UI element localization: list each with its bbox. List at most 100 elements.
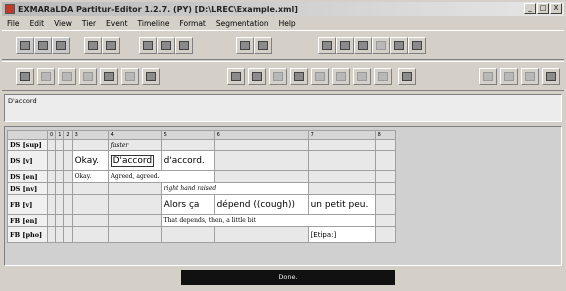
timeline-insert-button[interactable] [290,68,308,85]
event-cell[interactable] [307,150,376,171]
event-cell[interactable] [55,150,65,171]
tool-button[interactable] [102,37,120,54]
event-cell[interactable] [107,226,162,243]
event-cell[interactable] [46,150,57,171]
timeline-point-0[interactable]: 0 [46,130,57,140]
close-button[interactable]: X [550,3,562,14]
event-cell[interactable] [55,139,65,151]
shift-right-button[interactable] [248,68,266,85]
tier-label-fb-en[interactable]: FB [en] [7,214,48,227]
event-cell[interactable] [46,139,57,151]
event-cell[interactable] [374,182,396,195]
event-cell[interactable] [46,214,57,227]
tier-tool-6-button[interactable] [408,37,426,54]
event-cell[interactable] [160,226,215,243]
tier-label-ds-v[interactable]: DS [v] [7,150,48,171]
new-file-button[interactable] [16,37,34,54]
event-cell[interactable] [213,150,309,171]
event-cell[interactable] [55,214,65,227]
maximize-button[interactable]: □ [537,3,549,14]
insert-event-button[interactable] [16,68,34,85]
edit-disabled-3-button[interactable] [79,68,97,85]
event-cell[interactable] [55,194,65,215]
tier-tool-5-button[interactable] [390,37,408,54]
event-cell-that-depends[interactable]: That depends, then, a little bit [160,214,376,227]
cut-button[interactable] [157,37,175,54]
tier-label-fb-v[interactable]: FB [v] [7,194,48,215]
menu-view[interactable]: View [49,19,77,28]
menu-tier[interactable]: Tier [77,19,101,28]
event-cell[interactable] [307,139,376,151]
event-cell[interactable] [63,150,73,171]
shift-left-button[interactable] [227,68,245,85]
event-cell-etipa[interactable]: [Etipa:] [307,226,376,243]
speaker-button[interactable] [142,68,160,85]
event-cell[interactable] [46,182,57,195]
event-cell[interactable] [46,226,57,243]
timeline-point-7[interactable]: 7 [307,130,376,140]
timeline-point-2[interactable]: 2 [63,130,73,140]
event-cell[interactable] [213,139,309,151]
menu-file[interactable]: File [2,19,25,28]
timeline-disabled-3-button[interactable] [332,68,350,85]
event-cell[interactable] [63,194,73,215]
minimize-button[interactable]: _ [524,3,536,14]
event-cell[interactable] [160,139,215,151]
event-cell-daccord-selected[interactable]: D'accord [107,150,162,171]
event-cell-agreed[interactable]: Agreed, agreed. [107,170,215,183]
right-disabled-2-button[interactable] [500,68,518,85]
remove-gap-button[interactable] [398,68,416,85]
event-cell-okay-en[interactable]: Okay. [71,170,109,183]
event-cell[interactable] [71,139,109,151]
tier-label-ds-en[interactable]: DS [en] [7,170,48,183]
event-cell[interactable] [46,194,57,215]
timeline-point-4[interactable]: 4 [107,130,162,140]
menu-segmentation[interactable]: Segmentation [211,19,274,28]
tier-tool-1-button[interactable] [318,37,336,54]
event-cell[interactable] [374,194,396,215]
timeline-point-5[interactable]: 5 [160,130,215,140]
tier-tool-4-button[interactable] [372,37,390,54]
event-cell-depend[interactable]: dépend ((cough)) [213,194,309,215]
event-description-field[interactable]: D'accord [4,94,562,122]
event-cell[interactable] [63,139,73,151]
event-cell-un-petit-peu[interactable]: un petit peu. [307,194,376,215]
timeline-point-1[interactable]: 1 [55,130,65,140]
search-button[interactable] [254,37,272,54]
edit-disabled-4-button[interactable] [121,68,139,85]
event-cell[interactable] [55,182,65,195]
delete-button[interactable] [542,68,560,85]
event-cell[interactable] [71,226,109,243]
tier-tool-2-button[interactable] [336,37,354,54]
timeline-point-6[interactable]: 6 [213,130,309,140]
save-file-button[interactable] [52,37,70,54]
timeline-point-8[interactable]: 8 [374,130,396,140]
event-cell[interactable] [374,150,396,171]
selected-event-text[interactable]: D'accord [110,154,155,167]
edit-disabled-1-button[interactable] [37,68,55,85]
right-disabled-1-button[interactable] [479,68,497,85]
event-cell[interactable] [71,194,109,215]
menu-timeline[interactable]: Timeline [133,19,175,28]
timeline-disabled-1-button[interactable] [269,68,287,85]
merge-events-button[interactable] [100,68,118,85]
event-cell[interactable] [107,182,162,195]
partitur-grid-panel[interactable]: 0 1 2 3 4 5 6 7 8 DS [sup] faster DS [v]… [4,126,562,266]
event-cell[interactable] [63,226,73,243]
tier-label-fb-pho[interactable]: FB [pho] [7,226,48,243]
event-cell[interactable] [213,226,309,243]
timeline-point-3[interactable]: 3 [71,130,109,140]
event-cell-okay[interactable]: Okay. [71,150,109,171]
event-cell[interactable] [374,170,396,183]
menu-help[interactable]: Help [274,19,301,28]
event-cell[interactable] [71,182,109,195]
timeline-disabled-4-button[interactable] [353,68,371,85]
event-cell-right-hand[interactable]: right hand raised [160,182,309,195]
tier-tool-3-button[interactable] [354,37,372,54]
event-cell[interactable] [55,226,65,243]
menu-event[interactable]: Event [101,19,133,28]
menu-edit[interactable]: Edit [25,19,50,28]
properties-button[interactable] [236,37,254,54]
event-cell[interactable] [107,194,162,215]
event-cell[interactable] [63,170,73,183]
